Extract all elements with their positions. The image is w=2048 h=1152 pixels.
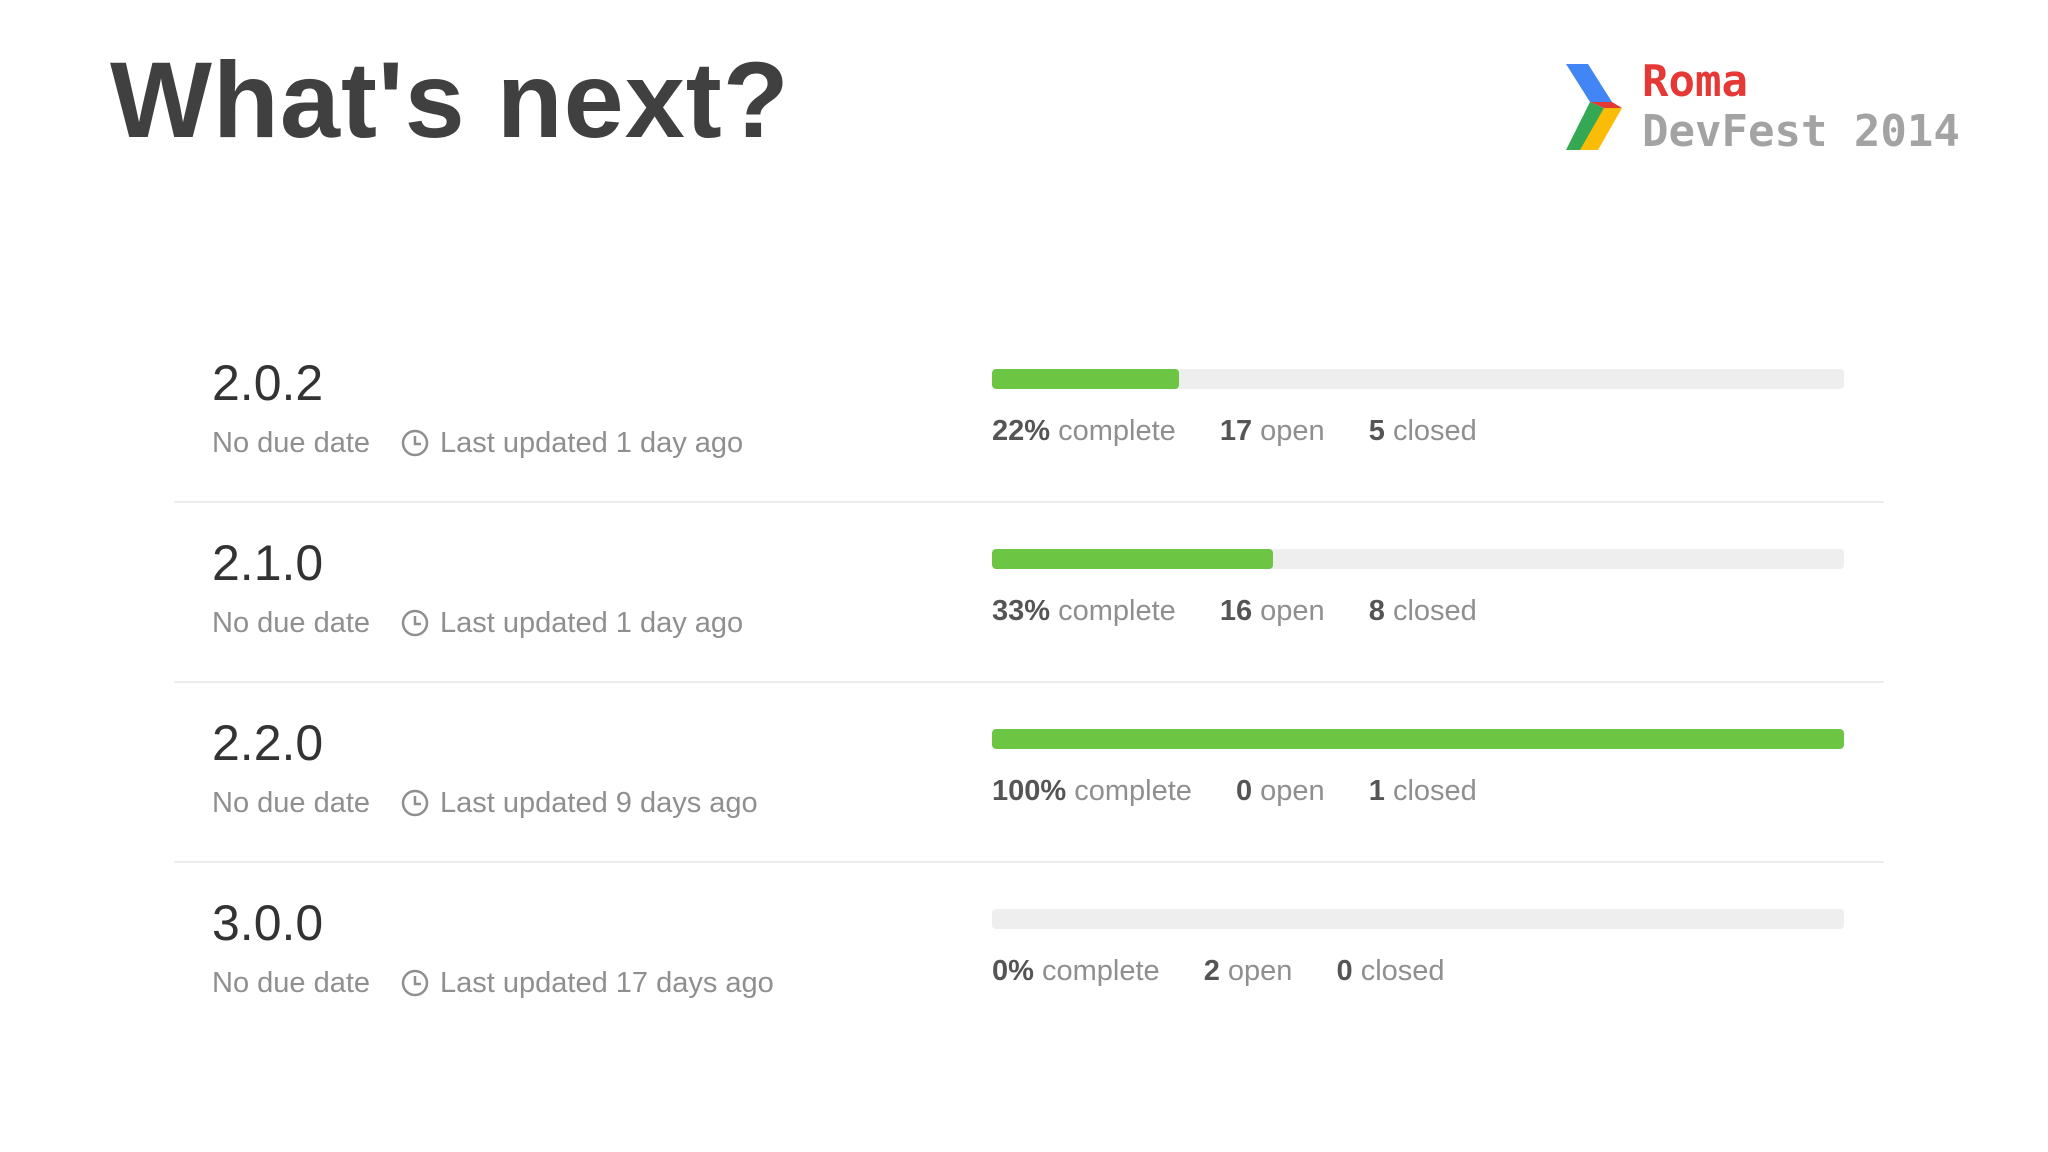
- due-date-label: No due date: [212, 967, 371, 999]
- open-label: open: [1227, 955, 1293, 987]
- complete-stat: 0% complete: [992, 955, 1160, 987]
- milestone-list: 2.0.2 No due date Last updated 1 day ago…: [174, 323, 1884, 1041]
- slide-title: What's next?: [110, 39, 790, 160]
- closed-stat[interactable]: 5 closed: [1369, 415, 1477, 447]
- progress-fill: [992, 369, 1180, 389]
- last-updated-label: Last updated 1 day ago: [440, 427, 744, 459]
- last-updated-label: Last updated 1 day ago: [440, 607, 744, 639]
- complete-percent: 0%: [992, 955, 1034, 987]
- complete-label: complete: [1041, 955, 1160, 987]
- clock-icon: [401, 969, 429, 997]
- complete-stat: 33% complete: [992, 595, 1176, 627]
- devfest-logo: Roma DevFest 2014: [1562, 56, 2002, 166]
- open-count: 16: [1219, 595, 1253, 627]
- progress-fill: [992, 549, 1274, 569]
- last-updated-label: Last updated 9 days ago: [440, 787, 758, 819]
- milestone-title[interactable]: 2.0.2: [212, 353, 323, 413]
- milestone-title[interactable]: 2.1.0: [212, 533, 323, 593]
- open-stat[interactable]: 2 open: [1204, 955, 1293, 987]
- closed-stat[interactable]: 0 closed: [1337, 955, 1445, 987]
- progress-bar: [992, 549, 1844, 569]
- closed-count: 8: [1368, 595, 1385, 627]
- complete-stat: 22% complete: [992, 415, 1176, 447]
- open-count: 0: [1235, 775, 1253, 807]
- clock-icon: [401, 609, 429, 637]
- clock-icon: [401, 789, 429, 817]
- closed-label: closed: [1360, 955, 1445, 987]
- milestone-title[interactable]: 3.0.0: [212, 893, 323, 953]
- milestone-meta: No due date Last updated 17 days ago: [212, 963, 774, 1003]
- due-date-label: No due date: [212, 427, 371, 459]
- last-updated-label: Last updated 17 days ago: [440, 967, 774, 999]
- logo-city: Roma: [1642, 56, 1748, 107]
- progress-bar: [992, 909, 1844, 929]
- milestone-stats: 100% complete 0 open 1 closed: [992, 771, 1513, 811]
- closed-count: 5: [1368, 415, 1385, 447]
- progress-fill: [992, 729, 1844, 749]
- milestone-stats: 0% complete 2 open 0 closed: [992, 951, 1481, 991]
- open-count: 17: [1219, 415, 1253, 447]
- logo-event: DevFest 2014: [1642, 106, 1960, 157]
- milestone-stats: 22% complete 17 open 5 closed: [992, 411, 1513, 451]
- closed-count: 1: [1368, 775, 1385, 807]
- milestone-stats: 33% complete 16 open 8 closed: [992, 591, 1513, 631]
- complete-percent: 100%: [992, 775, 1067, 807]
- open-label: open: [1260, 595, 1325, 627]
- devfest-chevron-icon: [1566, 64, 1622, 150]
- milestone-row: 2.2.0 No due date Last updated 9 days ag…: [174, 683, 1884, 863]
- milestone-row: 3.0.0 No due date Last updated 17 days a…: [174, 863, 1884, 1041]
- complete-percent: 22%: [992, 415, 1051, 447]
- closed-stat[interactable]: 8 closed: [1369, 595, 1477, 627]
- progress-bar: [992, 369, 1844, 389]
- complete-label: complete: [1058, 595, 1176, 627]
- due-date-label: No due date: [212, 607, 371, 639]
- milestone-meta: No due date Last updated 1 day ago: [212, 603, 743, 643]
- closed-label: closed: [1392, 415, 1477, 447]
- open-stat[interactable]: 0 open: [1236, 775, 1325, 807]
- open-label: open: [1260, 775, 1325, 807]
- milestone-meta: No due date Last updated 1 day ago: [212, 423, 743, 463]
- complete-stat: 100% complete: [992, 775, 1192, 807]
- milestone-row: 2.1.0 No due date Last updated 1 day ago…: [174, 503, 1884, 683]
- complete-label: complete: [1074, 775, 1192, 807]
- open-stat[interactable]: 16 open: [1220, 595, 1325, 627]
- open-label: open: [1260, 415, 1325, 447]
- closed-count: 0: [1336, 955, 1353, 987]
- milestone-meta: No due date Last updated 9 days ago: [212, 783, 758, 823]
- clock-icon: [401, 429, 429, 457]
- open-count: 2: [1203, 955, 1220, 987]
- milestone-title[interactable]: 2.2.0: [212, 713, 323, 773]
- closed-label: closed: [1392, 595, 1477, 627]
- progress-bar: [992, 729, 1844, 749]
- due-date-label: No due date: [212, 787, 371, 819]
- open-stat[interactable]: 17 open: [1220, 415, 1325, 447]
- milestone-row: 2.0.2 No due date Last updated 1 day ago…: [174, 323, 1884, 503]
- closed-label: closed: [1392, 775, 1477, 807]
- closed-stat[interactable]: 1 closed: [1369, 775, 1477, 807]
- complete-percent: 33%: [992, 595, 1051, 627]
- complete-label: complete: [1058, 415, 1176, 447]
